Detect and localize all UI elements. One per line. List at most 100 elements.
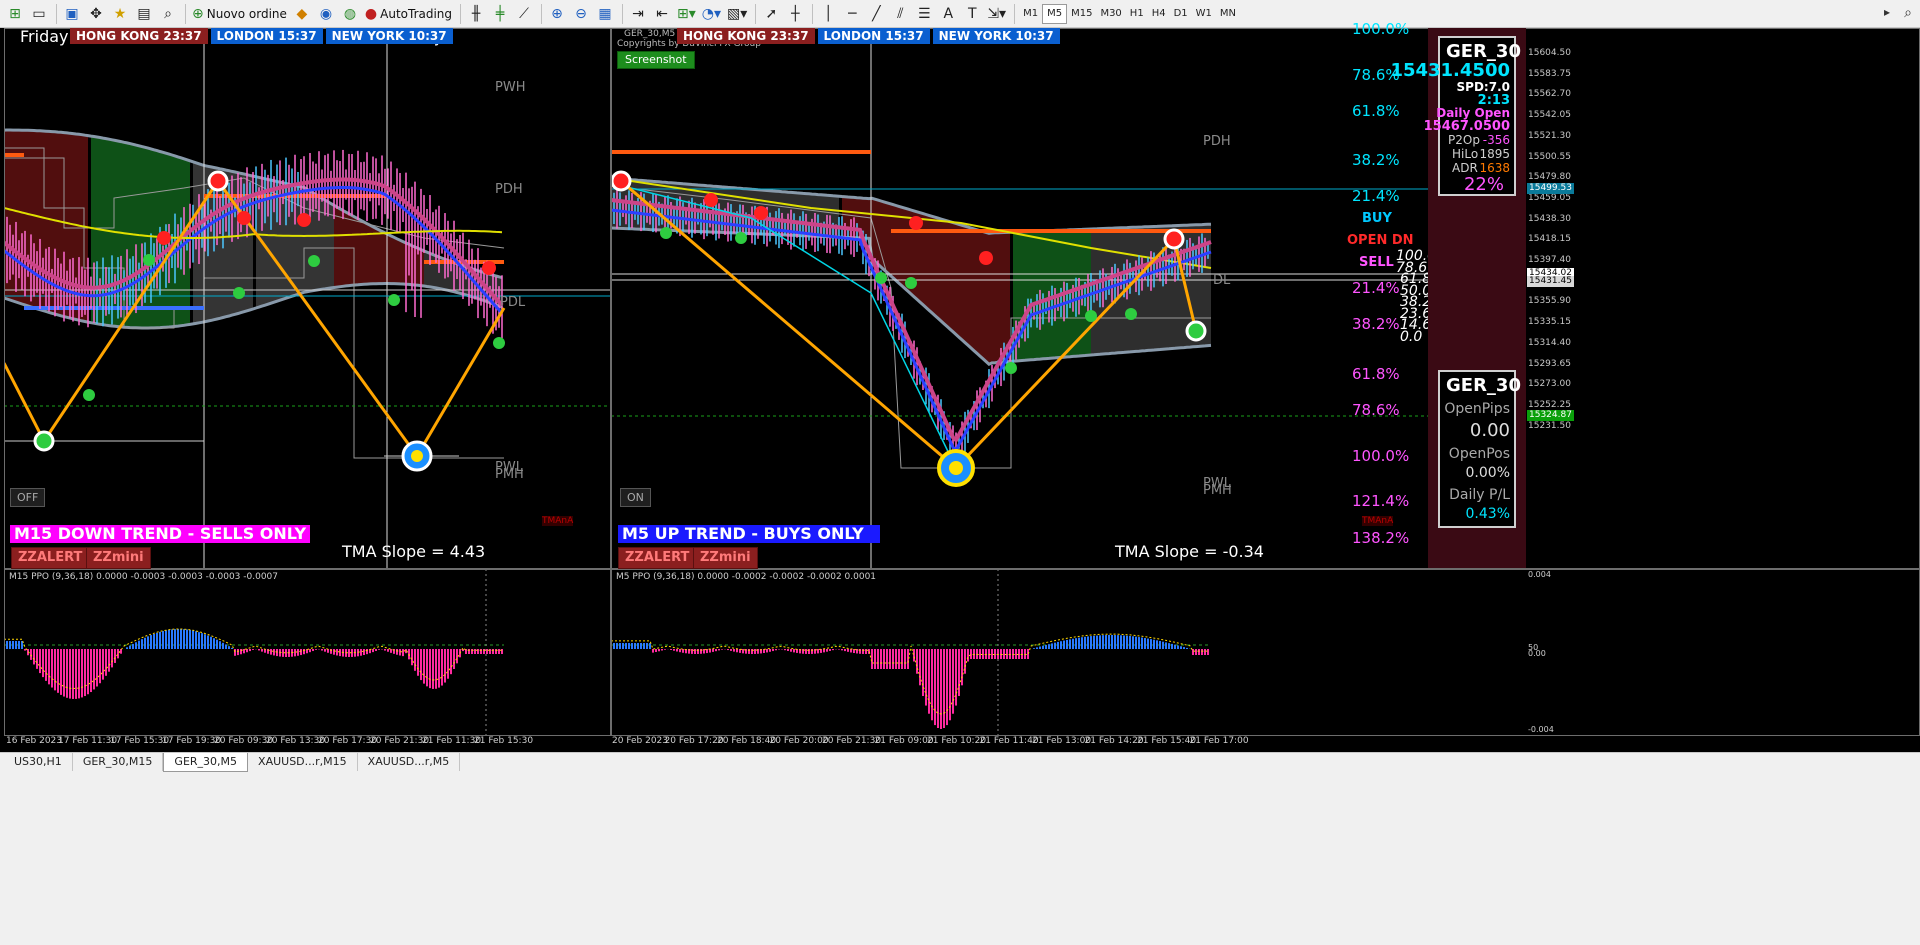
right-tma-tag: TMAnA	[1362, 516, 1394, 526]
new-order-button[interactable]: ⊕ Nuovo ordine	[190, 3, 289, 25]
channel-button[interactable]: ⫽	[889, 3, 911, 25]
horizontal-line-button[interactable]: ─	[841, 3, 863, 25]
left-pivot-pdh: PDH	[495, 182, 523, 197]
info-hilo: 1895	[1479, 147, 1510, 161]
price-axis-label: 15521.30	[1528, 130, 1571, 141]
vertical-line-button[interactable]: │	[817, 3, 839, 25]
chart-tab[interactable]: US30,H1	[4, 753, 73, 771]
price-axis-label: 15562.70	[1528, 89, 1571, 100]
right-session-clocks: HONG KONG 23:37 LONDON 15:37 NEW YORK 10…	[677, 28, 1060, 44]
screenshot-button[interactable]: Screenshot	[617, 51, 695, 69]
autoscroll-button[interactable]: ⇥	[627, 3, 649, 25]
pos-symbol: GER_30	[1446, 375, 1521, 396]
indicators-button[interactable]: ⊞▾	[675, 3, 698, 25]
timeframe-d1[interactable]: D1	[1170, 4, 1192, 24]
time-axis-label: 20 Feb 13:30	[266, 736, 326, 746]
fib-level-label: 78.6%	[1352, 401, 1400, 419]
signals-button[interactable]: ◉	[315, 3, 337, 25]
fibo-button[interactable]: ☰	[913, 3, 935, 25]
timeframe-m15[interactable]: M15	[1067, 4, 1096, 24]
info-price: 15431.4500	[1390, 60, 1510, 81]
label-icon: T	[968, 5, 977, 22]
chart-tab[interactable]: XAUUSD...r,M15	[248, 753, 358, 771]
clock-hong-kong: HONG KONG 23:37	[677, 28, 815, 44]
fib-level-label: 61.8%	[1352, 365, 1400, 383]
info-adr-label: ADR	[1452, 161, 1478, 175]
tester-button[interactable]: ⌕	[157, 3, 179, 25]
ppo-axis-mid: 0.00	[1528, 649, 1546, 658]
arrows-button[interactable]: ⇲▾	[985, 3, 1008, 25]
new-order-label: Nuovo ordine	[206, 6, 287, 21]
toolbar-separator	[622, 3, 624, 24]
right-toggle-button[interactable]: ON	[620, 488, 651, 507]
fib-level-label: 61.8%	[1352, 102, 1400, 120]
time-axis-label: 21 Feb 15:40	[1137, 736, 1197, 746]
chart-tab[interactable]: GER_30,M5	[163, 753, 249, 772]
timeframe-h1[interactable]: H1	[1126, 4, 1148, 24]
new-chart-button[interactable]: ⊞	[4, 3, 26, 25]
timeframe-m30[interactable]: M30	[1096, 4, 1125, 24]
timeframe-h4[interactable]: H4	[1148, 4, 1170, 24]
price-axis-label: 15355.90	[1528, 296, 1571, 307]
bar-chart-button[interactable]: ╫	[465, 3, 487, 25]
templates-button[interactable]: ▧▾	[725, 3, 749, 25]
tile-windows-button[interactable]: ▦	[594, 3, 616, 25]
crosshair-button[interactable]: ┼	[784, 3, 806, 25]
line-chart-button[interactable]: ⟋	[513, 3, 535, 25]
left-zzmini-button[interactable]: ZZmini	[86, 547, 151, 569]
search-icon[interactable]: ⌕	[1904, 5, 1912, 21]
price-tag-white2: 15431.45	[1527, 276, 1574, 287]
trendline-icon: ╱	[872, 5, 881, 22]
toolbar-scroll-icon[interactable]: ▸	[1884, 5, 1890, 19]
timeframe-m5[interactable]: M5	[1042, 3, 1068, 24]
chart-tab[interactable]: XAUUSD...r,M5	[358, 753, 461, 771]
cursor-button[interactable]: ➚	[760, 3, 782, 25]
timeframe-w1[interactable]: W1	[1192, 4, 1216, 24]
zoom-out-button[interactable]: ⊖	[570, 3, 592, 25]
data-window-button[interactable]: ✥	[85, 3, 107, 25]
crosshair-icon: ✥	[90, 5, 102, 22]
fib-level-label: 100.0%	[1352, 20, 1410, 38]
market-icon: ◍	[343, 5, 357, 22]
ppo-axis-top: 0.004	[1528, 570, 1551, 579]
right-chart-border	[611, 28, 1920, 569]
label-button[interactable]: T	[961, 3, 983, 25]
market-watch-button[interactable]: ▣	[61, 3, 83, 25]
left-ppo-border	[4, 569, 611, 736]
chart-shift-button[interactable]: ⇤	[651, 3, 673, 25]
left-pivot-pwh: PWH	[495, 80, 526, 95]
chart-tab[interactable]: GER_30,M15	[73, 753, 164, 771]
info-daily-open: 15467.0500	[1423, 119, 1510, 134]
navigator-button[interactable]: ★	[109, 3, 131, 25]
candles-button[interactable]: ╪	[489, 3, 511, 25]
time-axis-label: 20 Feb 20:00	[769, 736, 829, 746]
periods-button[interactable]: ◔▾	[700, 3, 723, 25]
autotrading-button[interactable]: ● AutoTrading	[363, 3, 454, 25]
zoom-in-button[interactable]: ⊕	[546, 3, 568, 25]
market-button[interactable]: ◍	[339, 3, 361, 25]
editor-icon: ◆	[296, 5, 308, 22]
timeframe-m1[interactable]: M1	[1019, 4, 1042, 24]
price-tag-blue: 15499.53	[1527, 183, 1574, 194]
timeframe-mn[interactable]: MN	[1216, 4, 1240, 24]
right-zzalert-button[interactable]: ZZALERT	[618, 547, 697, 569]
text-button[interactable]: A	[937, 3, 959, 25]
right-pivot-pdh: PDH	[1203, 134, 1231, 149]
signal-open: OPEN DN	[1347, 233, 1414, 248]
left-toggle-button[interactable]: OFF	[10, 488, 46, 507]
trendline-button[interactable]: ╱	[865, 3, 887, 25]
price-tag-green: 15324.87	[1527, 410, 1574, 421]
right-zzmini-button[interactable]: ZZmini	[693, 547, 758, 569]
left-tma-tag: TMAnA	[542, 516, 574, 526]
info-adr: 1638	[1479, 161, 1510, 175]
price-axis-label: 15583.75	[1528, 68, 1571, 79]
left-zzalert-button[interactable]: ZZALERT	[11, 547, 90, 569]
price-axis-label: 15418.15	[1528, 234, 1571, 245]
terminal-button[interactable]: ▤	[133, 3, 155, 25]
info-p2op-label: P2Op	[1448, 133, 1480, 147]
profiles-button[interactable]: ▭	[28, 3, 50, 25]
ppo-axis-bottom: -0.004	[1528, 725, 1554, 734]
price-axis-label: 15438.30	[1528, 213, 1571, 224]
meta-editor-button[interactable]: ◆	[291, 3, 313, 25]
fib-level-label: 100.0%	[1352, 447, 1410, 465]
